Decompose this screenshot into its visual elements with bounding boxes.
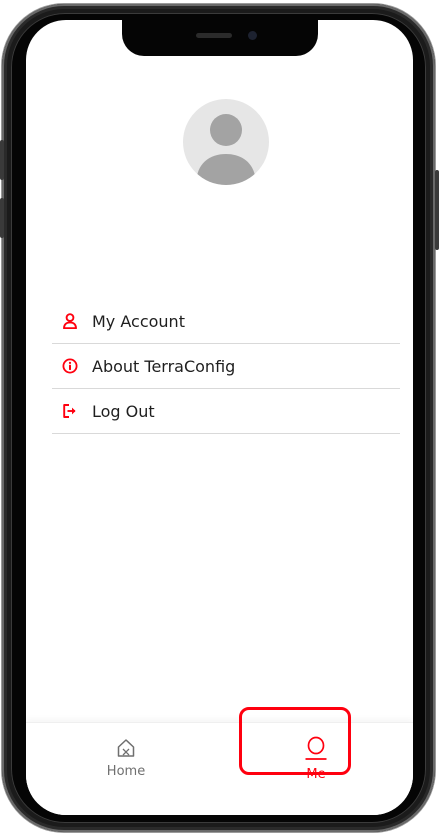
tab-label: Me bbox=[306, 766, 326, 782]
profile-avatar[interactable] bbox=[183, 99, 269, 185]
me-icon bbox=[305, 736, 327, 760]
screenshot-stage: My Account About TerraConfig Log Out Hom… bbox=[0, 0, 439, 838]
tab-me[interactable]: Me bbox=[276, 723, 356, 793]
home-icon bbox=[117, 738, 135, 757]
menu-item-log-out[interactable]: Log Out bbox=[52, 389, 400, 434]
logout-icon bbox=[62, 403, 78, 419]
menu-item-label: Log Out bbox=[92, 401, 155, 421]
profile-menu: My Account About TerraConfig Log Out bbox=[52, 299, 400, 434]
app-screen: My Account About TerraConfig Log Out Hom… bbox=[26, 20, 413, 815]
front-camera bbox=[248, 31, 257, 40]
bottom-tab-bar: Home Me bbox=[26, 722, 413, 815]
menu-item-my-account[interactable]: My Account bbox=[52, 299, 400, 344]
speaker-grille bbox=[196, 33, 232, 38]
info-icon bbox=[62, 358, 78, 374]
menu-item-label: About TerraConfig bbox=[92, 356, 236, 376]
tab-home[interactable]: Home bbox=[86, 723, 166, 793]
phone-notch bbox=[122, 20, 318, 56]
volume-down-button bbox=[0, 198, 4, 238]
user-avatar-placeholder-icon bbox=[196, 114, 256, 185]
menu-item-label: My Account bbox=[92, 311, 185, 331]
power-button bbox=[435, 170, 439, 250]
tab-label: Home bbox=[106, 763, 146, 779]
volume-up-button bbox=[0, 140, 4, 180]
menu-item-about[interactable]: About TerraConfig bbox=[52, 344, 400, 389]
user-icon bbox=[62, 313, 78, 329]
